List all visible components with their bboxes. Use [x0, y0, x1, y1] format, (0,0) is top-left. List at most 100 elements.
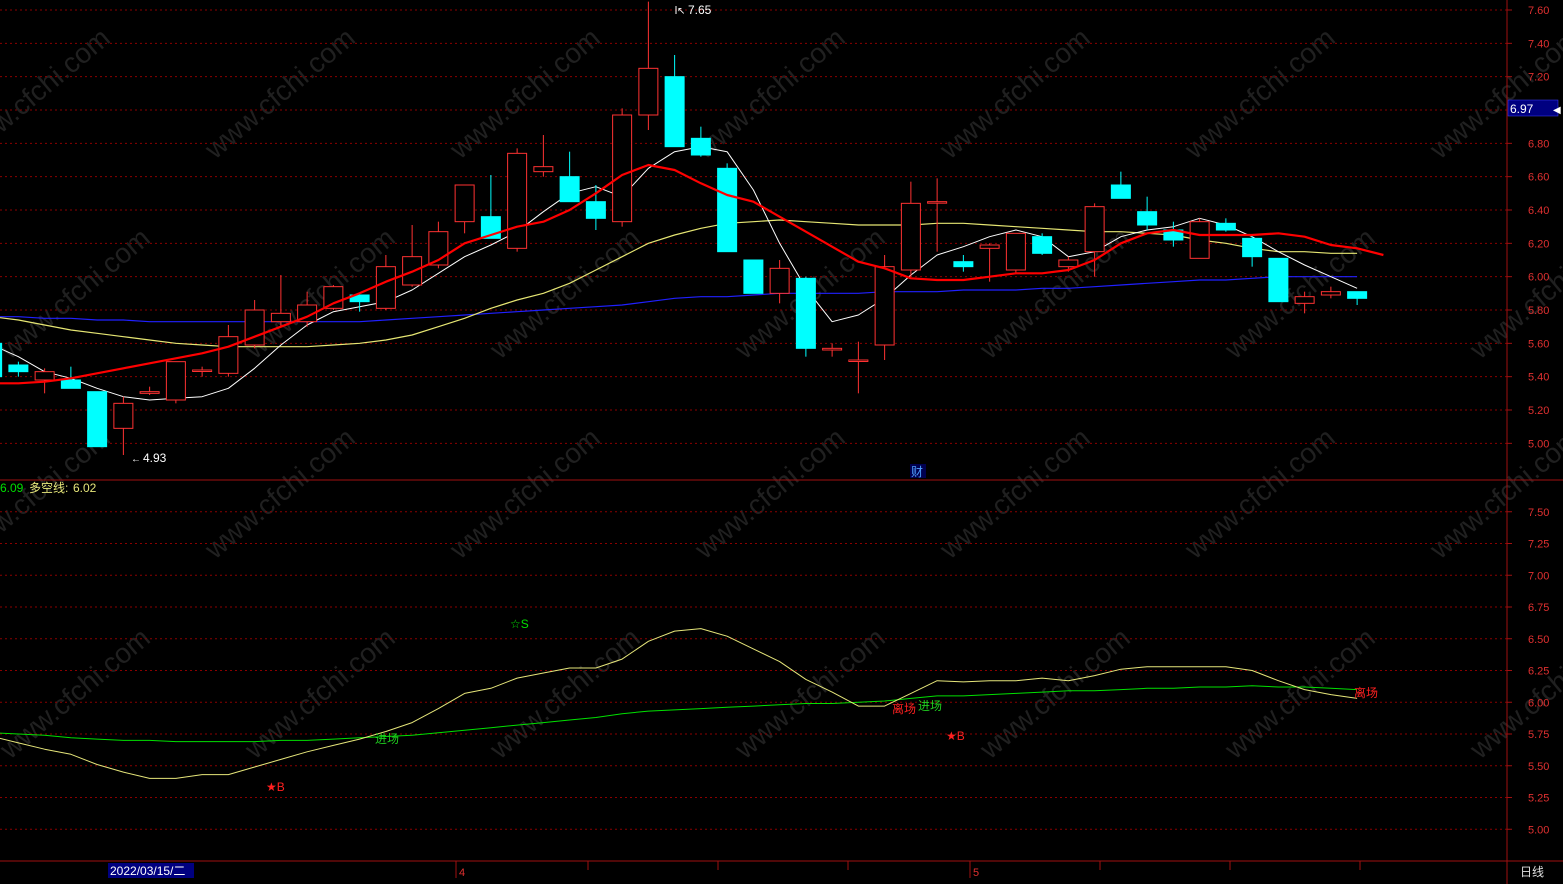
candle-body-down: [8, 364, 29, 373]
candle-body-up: [454, 184, 475, 223]
candle-body-up: [1189, 221, 1210, 259]
candle-body-down: [0, 342, 3, 378]
candle-body-up: [638, 67, 659, 116]
candle-body-up: [1005, 232, 1026, 271]
candle-body-up: [165, 361, 186, 401]
buy-signal-2: ★B: [946, 729, 965, 743]
y-tick-label: 5.40: [1528, 372, 1549, 384]
y-tick-label: 5.00: [1528, 824, 1549, 836]
candle-body-up: [507, 152, 528, 249]
candle-body-down: [559, 176, 580, 203]
candle-body-up: [612, 114, 633, 223]
candle-body-up: [139, 391, 160, 394]
y-tick-label: 5.00: [1528, 438, 1549, 450]
candle[interactable]: [1268, 257, 1289, 303]
enter-signal-2: 进场: [918, 699, 942, 713]
candle-body-down: [795, 277, 816, 349]
finance-marker[interactable]: 财: [911, 465, 923, 479]
indicator-value-1: 6.09: [0, 481, 24, 495]
stock-chart[interactable]: www.cfchi.com www.cfchi.com www.cfchi.com w…: [0, 0, 1563, 884]
candle-body-down: [1215, 222, 1236, 231]
candle-body-up: [113, 402, 134, 429]
cursor-date-label: 2022/03/15/二: [110, 864, 185, 878]
y-tick-label: 5.80: [1528, 305, 1549, 317]
candle-body-up: [1294, 296, 1315, 304]
candle-body-up: [34, 371, 55, 381]
y-tick-label: 5.50: [1528, 761, 1549, 773]
exit-signal-2: 离场: [1354, 685, 1378, 700]
candle[interactable]: [1005, 232, 1026, 274]
sell-signal: ☆S: [510, 617, 529, 631]
y-tick-label: 6.60: [1528, 172, 1549, 184]
candle-body-up: [979, 244, 1000, 249]
candle[interactable]: [717, 163, 738, 253]
candle-body-up: [927, 201, 948, 204]
y-tick-label: 6.20: [1528, 238, 1549, 250]
y-tick-label: 7.50: [1528, 507, 1549, 519]
candle-body-up: [218, 336, 239, 374]
y-tick-label: 5.20: [1528, 405, 1549, 417]
enter-signal-1: 进场: [375, 732, 399, 746]
buy-signal-1: ★B: [266, 780, 285, 794]
y-tick-label: 7.40: [1528, 38, 1549, 50]
candle-body-down: [1268, 257, 1289, 303]
candle-body-down: [60, 379, 81, 389]
candle-body-up: [533, 166, 554, 173]
candle-body-up: [1084, 206, 1105, 253]
candle[interactable]: [1032, 233, 1053, 255]
y-tick-label: 7.20: [1528, 72, 1549, 84]
candle-body-down: [1137, 211, 1158, 226]
candle-body-down: [585, 201, 606, 219]
candle-body-down: [1242, 237, 1263, 258]
candle-body-down: [1110, 184, 1131, 199]
candle-body-up: [192, 369, 213, 372]
candle-body-down: [690, 137, 711, 156]
candle-body-up: [375, 266, 396, 309]
candle-body-up: [874, 266, 895, 346]
candle[interactable]: [87, 391, 108, 448]
candle[interactable]: [612, 108, 633, 227]
candle[interactable]: [507, 148, 528, 252]
candle-body-down: [717, 167, 738, 253]
candle-body-down: [1347, 291, 1368, 299]
candle-body-up: [900, 202, 921, 271]
candle[interactable]: [1189, 218, 1210, 259]
high-annotation: 7.65: [688, 3, 712, 17]
y-tick-label: 6.75: [1528, 602, 1549, 614]
period-label[interactable]: 日线: [1520, 865, 1544, 879]
month-4-label: 4: [459, 867, 465, 879]
y-tick-label: 5.25: [1528, 793, 1549, 805]
candle-body-up: [270, 312, 291, 323]
candle-body-up: [769, 267, 790, 294]
candle-body-down: [1032, 236, 1053, 254]
candle-body-down: [87, 391, 108, 448]
y-tick-label: 6.00: [1528, 697, 1549, 709]
candle-body-up: [1320, 291, 1341, 296]
y-tick-label: 7.25: [1528, 539, 1549, 551]
candle[interactable]: [795, 276, 816, 357]
y-tick-label: 7.60: [1528, 5, 1549, 17]
month-5-label: 5: [973, 867, 979, 879]
indicator-value-2: 6.02: [73, 481, 97, 495]
y-tick-label: 6.40: [1528, 205, 1549, 217]
candle-body-down: [743, 259, 764, 294]
indicator-label-2: 多空线:: [29, 481, 68, 495]
candle-body-down: [953, 261, 974, 268]
y-tick-label: 5.60: [1528, 338, 1549, 350]
candle-body-up: [323, 286, 344, 309]
y-tick-label: 5.75: [1528, 729, 1549, 741]
exit-signal-1: 离场: [892, 701, 916, 716]
candle-body-up: [822, 347, 843, 351]
low-arrow-icon: ←: [131, 454, 141, 465]
y-tick-label: 6.25: [1528, 666, 1549, 678]
candle[interactable]: [743, 259, 764, 294]
candle-body-down: [664, 76, 685, 148]
candle[interactable]: [165, 361, 186, 404]
high-arrow-icon: ↖: [677, 6, 685, 17]
y-tick-label: 6.80: [1528, 138, 1549, 150]
current-price-arrow-icon: ◀: [1553, 105, 1561, 116]
current-price-label: 6.97: [1510, 102, 1534, 116]
y-tick-label: 6.00: [1528, 272, 1549, 284]
candle-body-up: [848, 359, 869, 362]
candle[interactable]: [0, 340, 3, 378]
